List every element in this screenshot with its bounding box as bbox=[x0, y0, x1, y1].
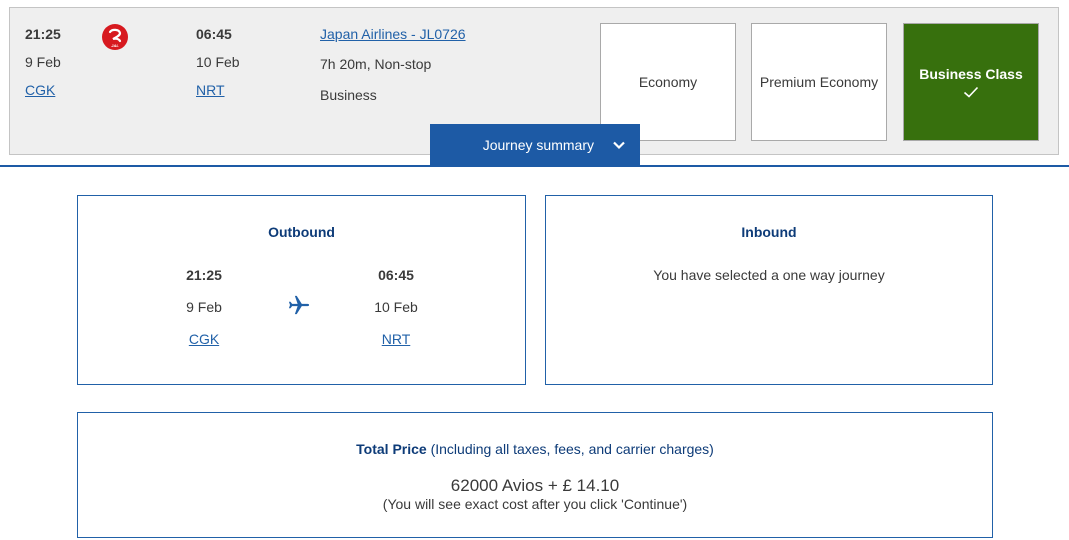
departure-airport-link[interactable]: CGK bbox=[25, 81, 55, 99]
arrival-date: 10 Feb bbox=[196, 54, 240, 70]
airplane-icon bbox=[288, 295, 310, 315]
outbound-arrival-airport-link[interactable]: NRT bbox=[382, 330, 411, 348]
outbound-departure-date: 9 Feb bbox=[186, 299, 222, 315]
arrival-time: 06:45 bbox=[196, 26, 232, 42]
outbound-arrival: 06:45 10 Feb NRT bbox=[356, 266, 436, 348]
journey-summary-toggle[interactable]: Journey summary bbox=[430, 124, 640, 166]
total-price-title: Total Price bbox=[356, 441, 427, 457]
jal-crane-logo-icon: JAL bbox=[102, 24, 128, 50]
checkmark-icon bbox=[963, 86, 979, 98]
outbound-departure-time: 21:25 bbox=[186, 267, 222, 283]
chevron-down-icon bbox=[613, 141, 625, 150]
fare-option-business-class[interactable]: Business Class bbox=[903, 23, 1039, 141]
total-price-note: (You will see exact cost after you click… bbox=[382, 496, 688, 512]
cabin-class: Business bbox=[320, 87, 377, 103]
fare-option-label: Business Class bbox=[919, 66, 1023, 82]
fare-option-premium-economy[interactable]: Premium Economy bbox=[751, 23, 887, 141]
outbound-arrival-time: 06:45 bbox=[378, 267, 414, 283]
departure-time: 21:25 bbox=[25, 26, 61, 42]
outbound-arrival-date: 10 Feb bbox=[374, 299, 418, 315]
airline-flight-link[interactable]: Japan Airlines - JL0726 bbox=[320, 25, 466, 43]
inbound-summary: Inbound You have selected a one way jour… bbox=[545, 195, 993, 385]
departure-date: 9 Feb bbox=[25, 54, 61, 70]
flight-details: Japan Airlines - JL0726 7h 20m, Non-stop… bbox=[320, 25, 466, 104]
departure-info: 21:25 9 Feb CGK bbox=[25, 25, 61, 99]
total-price-qualifier: (Including all taxes, fees, and carrier … bbox=[426, 441, 714, 457]
total-price-panel: Total Price (Including all taxes, fees, … bbox=[77, 412, 993, 538]
one-way-message: You have selected a one way journey bbox=[653, 267, 885, 283]
svg-text:JAL: JAL bbox=[111, 43, 119, 48]
outbound-departure-airport-link[interactable]: CGK bbox=[189, 330, 219, 348]
journey-summary-label: Journey summary bbox=[482, 137, 594, 153]
fare-option-label: Economy bbox=[638, 74, 698, 90]
total-price-amount: 62000 Avios + £ 14.10 bbox=[450, 476, 620, 495]
fare-option-label: Premium Economy bbox=[759, 74, 879, 90]
arrival-info: 06:45 10 Feb NRT bbox=[196, 25, 240, 99]
inbound-heading: Inbound bbox=[741, 224, 797, 240]
outbound-departure: 21:25 9 Feb CGK bbox=[164, 266, 244, 348]
outbound-summary: Outbound 21:25 9 Feb CGK 06:45 10 Feb NR… bbox=[77, 195, 526, 385]
arrival-airport-link[interactable]: NRT bbox=[196, 81, 225, 99]
flight-duration: 7h 20m, Non-stop bbox=[320, 56, 432, 72]
total-price-label: Total Price (Including all taxes, fees, … bbox=[78, 441, 992, 457]
outbound-heading: Outbound bbox=[268, 224, 335, 240]
section-divider bbox=[0, 165, 1069, 167]
